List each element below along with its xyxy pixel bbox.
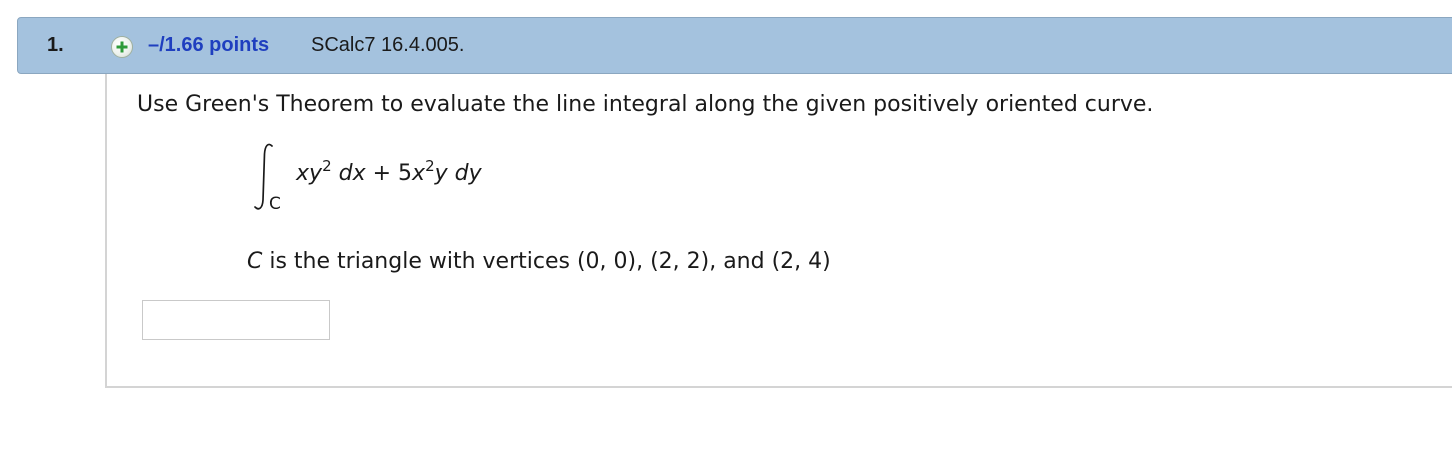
integrand-expression: xy2 dx +5x2y dy	[296, 159, 482, 187]
plus-circle-icon[interactable]	[111, 36, 133, 58]
question-header: 1. –/1.66 points SCalc7 16.4.005.	[17, 17, 1452, 74]
coefficient: 5	[398, 161, 413, 186]
question-panel	[105, 74, 1452, 388]
var-x: x	[412, 161, 426, 186]
differential-dx: dx	[338, 161, 366, 186]
curve-description: C is the triangle with vertices (0, 0), …	[247, 249, 831, 274]
exponent: 2	[322, 157, 332, 175]
curve-text: is the triangle with vertices (0, 0), (2…	[262, 249, 831, 274]
curve-variable: C	[247, 249, 263, 274]
question-source: SCalc7 16.4.005.	[311, 34, 465, 56]
points-link[interactable]: –/1.66 points	[148, 34, 269, 57]
differential-dy: dy	[454, 161, 482, 186]
integral-subscript: C	[269, 194, 281, 214]
plus-operator: +	[372, 161, 392, 186]
var-y: y	[434, 161, 448, 186]
answer-input[interactable]	[142, 300, 330, 340]
question-number: 1.	[47, 34, 64, 56]
var-y: y	[309, 161, 323, 186]
exponent: 2	[425, 157, 435, 175]
var-x: x	[296, 161, 310, 186]
question-prompt: Use Green's Theorem to evaluate the line…	[137, 92, 1154, 117]
